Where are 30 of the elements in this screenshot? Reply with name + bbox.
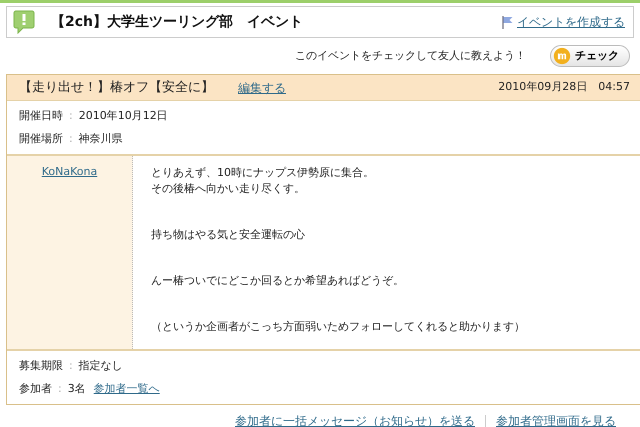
footer-link[interactable]: 参加者に一括メッセージ（お知らせ）を送る: [235, 412, 475, 427]
participants-link[interactable]: 参加者一覧へ: [94, 380, 160, 397]
message-paragraph: 持ち物はやる気と安全運転の心: [151, 227, 306, 243]
create-event-link[interactable]: イベントを作成する: [517, 13, 625, 31]
label-separator: :: [58, 380, 62, 396]
label-separator: :: [69, 108, 73, 124]
field-value: 神奈川県: [78, 130, 123, 146]
edit-link[interactable]: 編集する: [238, 78, 286, 96]
footer-link[interactable]: 参加者管理画面を見る: [496, 412, 616, 427]
event-title: 【走り出せ！】椿オフ【安全に】: [19, 78, 214, 97]
speech-bubble-icon: [13, 10, 35, 34]
field-label: 募集期限: [19, 358, 63, 374]
author-link[interactable]: KoNaKona: [42, 165, 98, 178]
m-logo-icon: [553, 47, 571, 65]
message-paragraph: とりあえず、10時にナップス伊勢原に集合。 その後椿へ向かい走り尽くす。: [151, 165, 375, 197]
check-button[interactable]: チェック: [550, 45, 630, 67]
label-separator: :: [69, 358, 73, 374]
flag-icon: [502, 16, 513, 28]
field-label: 参加者: [19, 380, 52, 396]
field-value: 2010年10月12日: [78, 108, 168, 124]
field-value: 3名: [68, 380, 86, 396]
check-prompt: このイベントをチェックして友人に教えよう！: [295, 48, 526, 64]
message-paragraph: んー椿ついでにどこか回るとか希望あればどうぞ。: [151, 273, 405, 289]
posted-date: 2010年09月28日 04:57: [498, 79, 630, 96]
page-title: 【2ch】大学生ツーリング部 イベント: [51, 12, 304, 32]
message-paragraph: （というか企画者がこっち方面弱いためフォローしてくれると助かります）: [151, 319, 525, 335]
field-label: 開催場所: [19, 130, 63, 146]
field-value: 指定なし: [78, 358, 123, 374]
field-label: 開催日時: [19, 108, 63, 124]
label-separator: :: [69, 130, 73, 146]
